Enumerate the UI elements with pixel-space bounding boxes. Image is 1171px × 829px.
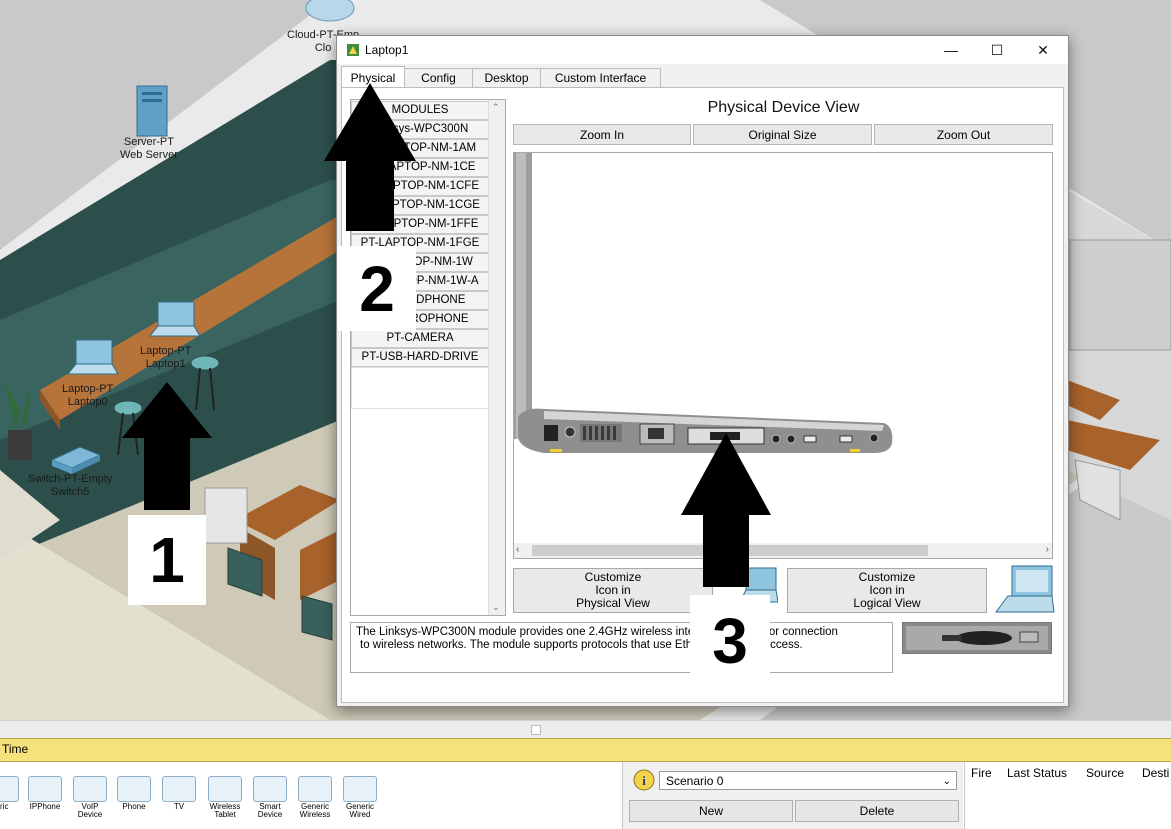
event-col-source[interactable]: Source [1086,766,1124,780]
maximize-icon: ☐ [990,41,1004,58]
scroll-up-icon[interactable]: ⌃ [492,102,500,113]
workspace-splitter[interactable] [0,720,1171,739]
event-col-fire[interactable]: Fire [971,766,992,780]
event-list-panel: Fire Last Status Source Desti [964,762,1171,829]
smart-device-icon [253,776,287,802]
annotation-arrow-2 [324,83,416,231]
scroll-left-icon[interactable]: ‹ [516,544,519,555]
realtime-bar: Time [0,738,1171,762]
tab-desktop[interactable]: Desktop [472,68,541,87]
generic-wireless-icon [298,776,332,802]
device-type-phone[interactable]: Phone [114,776,154,811]
annotation-arrow-3 [681,433,771,587]
bottom-panel: eric IPPhone VoIP Device Phone TV Wirele… [0,762,1171,829]
module-item[interactable]: PT-USB-HARD-DRIVE [351,348,489,367]
maximize-button[interactable]: ☐ [974,36,1020,64]
physical-device-view-title: Physical Device View [707,99,860,116]
device-type-smart-device[interactable]: Smart Device [250,776,290,819]
phone-icon [117,776,151,802]
window-title: Laptop1 [365,43,409,57]
device-label-laptop0[interactable]: Laptop-PT Laptop0 [62,383,113,409]
device-type-tv[interactable]: TV [159,776,199,811]
close-button[interactable]: ✕ [1020,36,1066,64]
tab-custom-interface[interactable]: Custom Interface [540,68,661,87]
event-col-last-status[interactable]: Last Status [1007,766,1067,780]
annotation-number-1: 1 [128,515,206,605]
physical-device-viewport[interactable]: ‹ › [513,152,1053,559]
info-icon[interactable]: i [633,769,655,791]
realtime-label: Time [2,742,29,756]
logical-laptop-icon [995,565,1055,613]
tv-icon [162,776,196,802]
close-icon: ✕ [1037,41,1049,58]
chevron-down-icon: ⌄ [942,776,951,787]
zoom-in-button[interactable]: Zoom In [513,124,691,145]
device-type-voip[interactable]: VoIP Device [70,776,110,819]
module-image-area [351,367,489,409]
device-type-generic[interactable]: eric [0,776,22,811]
scroll-down-icon[interactable]: ⌄ [492,602,500,613]
laptop-side-view [514,153,893,453]
generic-device-icon [0,776,19,802]
minimize-button[interactable]: — [928,36,974,64]
device-label-switch5[interactable]: Switch-PT-Empty Switch5 [28,473,112,499]
new-scenario-button[interactable]: New [629,800,793,822]
zoom-out-button[interactable]: Zoom Out [874,124,1053,145]
minimize-icon: — [944,42,958,58]
splitter-handle[interactable] [531,725,541,735]
module-item[interactable]: PT-CAMERA [351,329,489,348]
tablet-icon [208,776,242,802]
annotation-number-3: 3 [690,595,770,687]
device-type-generic-wireless[interactable]: Generic Wireless [295,776,335,819]
device-type-generic-wired[interactable]: Generic Wired [340,776,380,819]
annotation-number-2: 2 [338,246,416,331]
event-col-destination[interactable]: Desti [1142,766,1169,780]
original-size-button[interactable]: Original Size [693,124,872,145]
device-type-ipphone[interactable]: IPPhone [25,776,65,811]
voip-device-icon [73,776,107,802]
annotation-arrow-1 [122,382,212,510]
module-description: The Linksys-WPC300N module provides one … [350,622,893,673]
scenario-panel: i Scenario 0 ⌄ New Delete [622,762,963,829]
device-type-wireless-tablet[interactable]: Wireless Tablet [205,776,245,819]
device-label-web-server[interactable]: Server-PT Web Server [120,136,178,162]
module-preview-image [902,622,1052,654]
generic-wired-icon [343,776,377,802]
packet-tracer-app-icon [347,44,359,56]
scroll-right-icon[interactable]: › [1046,544,1049,555]
module-list-scrollbar[interactable]: ⌃ ⌄ [488,100,505,615]
customize-logical-icon-button[interactable]: Customize Icon in Logical View [787,568,987,613]
device-label-laptop1[interactable]: Laptop-PT Laptop1 [140,345,191,371]
svg-text:i: i [642,773,646,788]
window-titlebar[interactable]: Laptop1 — ☐ ✕ [337,36,1068,64]
ip-phone-icon [28,776,62,802]
delete-scenario-button[interactable]: Delete [795,800,959,822]
scenario-select[interactable]: Scenario 0 ⌄ [659,771,957,790]
viewport-horizontal-scrollbar[interactable]: ‹ › [514,543,1052,558]
